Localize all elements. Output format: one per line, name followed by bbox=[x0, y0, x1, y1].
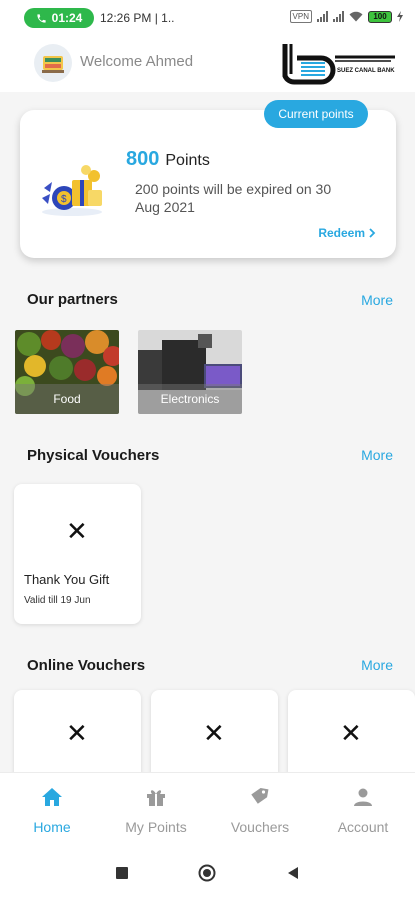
nav-account[interactable]: Account bbox=[313, 785, 413, 835]
online-vouchers-more-link[interactable]: More bbox=[361, 657, 393, 673]
signal-icon-2 bbox=[333, 11, 344, 22]
online-voucher-card[interactable]: ✕ bbox=[151, 690, 278, 780]
partner-label: Electronics bbox=[138, 384, 242, 414]
nav-label: Vouchers bbox=[230, 819, 290, 835]
gift-icon bbox=[147, 790, 165, 806]
call-duration: 01:24 bbox=[51, 11, 83, 25]
current-points-badge: Current points bbox=[264, 100, 368, 128]
svg-text:$: $ bbox=[61, 194, 67, 205]
ongoing-call-indicator[interactable]: 01:24 bbox=[24, 8, 94, 28]
app-header: Welcome Ahmed SUEZ CANAL BANK bbox=[0, 34, 415, 92]
battery-icon: 100 bbox=[368, 10, 392, 23]
nav-label: Account bbox=[337, 819, 389, 835]
avatar-illustration bbox=[42, 56, 64, 73]
voucher-title: Thank You Gift bbox=[24, 572, 110, 587]
nav-my-points[interactable]: My Points bbox=[106, 785, 206, 835]
partners-title: Our partners bbox=[27, 291, 118, 308]
wifi-icon bbox=[349, 11, 363, 22]
nav-label: Home bbox=[33, 819, 71, 835]
system-navigation-bar bbox=[0, 846, 415, 900]
points-label: Points bbox=[165, 152, 210, 169]
redeem-label: Redeem bbox=[318, 226, 365, 240]
recents-button-icon[interactable] bbox=[115, 866, 129, 880]
placeholder-image-icon: ✕ bbox=[66, 718, 88, 748]
vpn-icon: VPN bbox=[289, 10, 312, 23]
voucher-card[interactable]: ✕ Thank You Gift Valid till 19 Jun bbox=[14, 484, 141, 624]
partners-more-link[interactable]: More bbox=[361, 292, 393, 308]
online-vouchers-title: Online Vouchers bbox=[27, 657, 146, 674]
physical-vouchers-more-link[interactable]: More bbox=[361, 447, 393, 463]
bottom-navigation: Home My Points Vouchers Account bbox=[0, 772, 415, 846]
welcome-text: Welcome Ahmed bbox=[80, 53, 194, 70]
points-card: $ 800 Points 200 points will be expired … bbox=[20, 110, 396, 258]
partner-electronics[interactable]: Electronics bbox=[138, 330, 242, 414]
physical-vouchers-title: Physical Vouchers bbox=[27, 447, 160, 464]
nav-home[interactable]: Home bbox=[2, 785, 102, 835]
partner-food[interactable]: Food bbox=[15, 330, 119, 414]
redeem-link[interactable]: Redeem bbox=[318, 226, 376, 240]
online-voucher-card[interactable]: ✕ bbox=[14, 690, 141, 780]
points-value: 800 bbox=[126, 148, 160, 170]
partner-label: Food bbox=[15, 384, 119, 414]
status-bar: 01:24 12:26 PM | 1.. VPN 100 bbox=[0, 0, 415, 34]
chevron-right-icon bbox=[369, 228, 376, 238]
voucher-validity: Valid till 19 Jun bbox=[24, 595, 91, 606]
avatar[interactable] bbox=[34, 44, 72, 82]
home-icon bbox=[42, 788, 62, 806]
bank-logo: SUEZ CANAL BANK bbox=[282, 44, 395, 85]
placeholder-image-icon: ✕ bbox=[340, 718, 362, 748]
phone-icon bbox=[37, 13, 46, 23]
status-time: 12:26 PM | 1.. bbox=[100, 11, 175, 25]
voucher-icon bbox=[251, 787, 269, 805]
rewards-illustration-icon: $ bbox=[42, 165, 102, 216]
points-expiry-text: 200 points will be expired on 30 Aug 202… bbox=[135, 181, 332, 215]
back-button-icon[interactable] bbox=[286, 866, 300, 880]
account-icon bbox=[354, 788, 372, 806]
nav-vouchers[interactable]: Vouchers bbox=[210, 785, 310, 835]
placeholder-image-icon: ✕ bbox=[66, 516, 88, 546]
placeholder-image-icon: ✕ bbox=[203, 718, 225, 748]
charging-icon bbox=[397, 11, 403, 22]
signal-icon bbox=[317, 11, 328, 22]
online-voucher-card[interactable]: ✕ bbox=[288, 690, 415, 780]
bank-logo-text: SUEZ CANAL BANK bbox=[337, 68, 395, 74]
home-button-icon[interactable] bbox=[198, 864, 216, 882]
nav-label: My Points bbox=[125, 819, 187, 835]
